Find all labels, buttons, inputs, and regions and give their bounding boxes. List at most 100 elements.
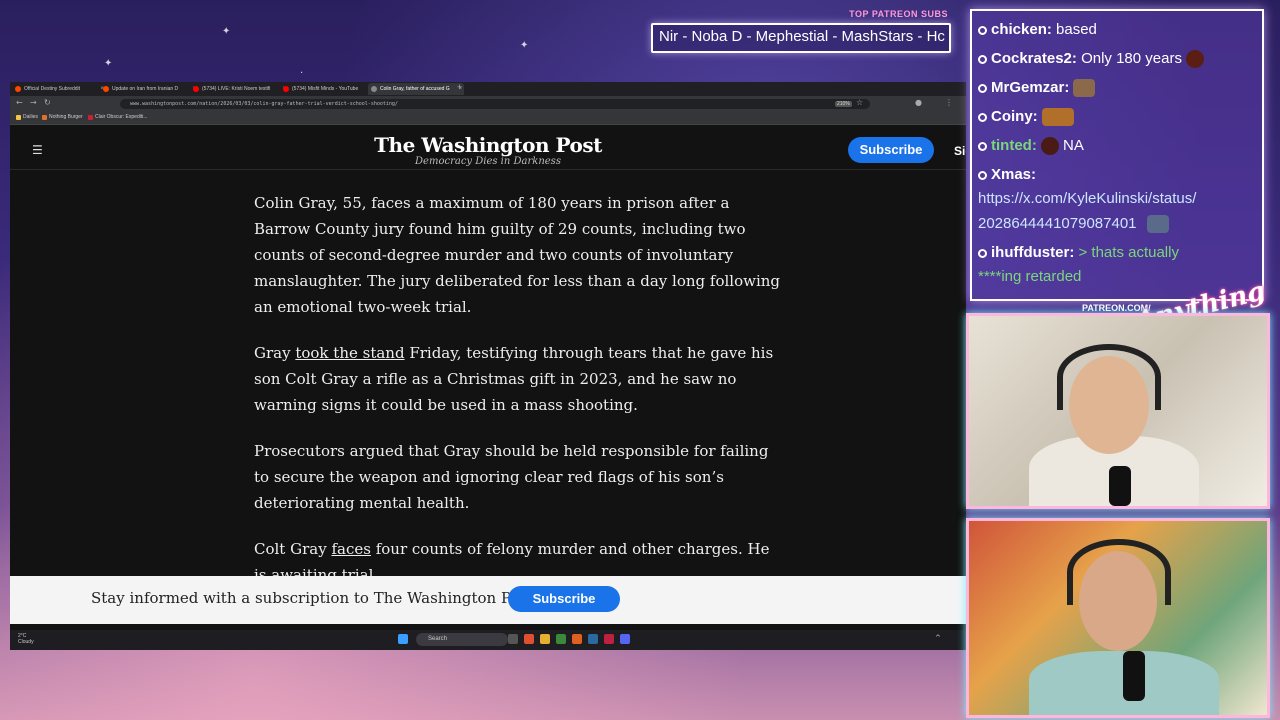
site-tagline: Democracy Dies in Darkness <box>415 156 561 167</box>
bookmark-label: Nothing Burger <box>49 114 83 120</box>
chrome-icon[interactable] <box>556 634 566 644</box>
banner-text: Stay informed with a subscription to The… <box>91 589 538 607</box>
site-logo[interactable]: The Washington Post <box>10 133 966 157</box>
chat-text: Only 180 years <box>1081 50 1182 67</box>
chat-username: Cockrates2: <box>991 50 1077 67</box>
bookmark-icon <box>88 115 93 120</box>
steam-icon[interactable] <box>588 634 598 644</box>
tab-label: Colin Gray, father of accused G <box>380 86 450 92</box>
chat-overlay: chicken: based Cockrates2: Only 180 year… <box>970 9 1264 301</box>
back-icon[interactable]: ← <box>16 98 23 107</box>
obs-icon[interactable] <box>604 634 614 644</box>
star-decoration: · <box>300 68 304 79</box>
user-badge-icon <box>978 83 987 93</box>
chat-message-continued: https://x.com/KyleKulinski/status/ <box>978 190 1196 207</box>
chat-message-continued: ****ing retarded <box>978 268 1081 285</box>
patreon-ticker: Nir - Noba D - Mephestial - MashStars - … <box>651 23 951 53</box>
app-icon[interactable] <box>572 634 582 644</box>
folder-icon <box>16 115 21 120</box>
tab-label: (5734) LIVE: Kristi Noem testifi <box>202 86 271 92</box>
url-field[interactable]: www.washingtonpost.com/nation/2026/03/03… <box>120 99 870 109</box>
file-explorer-icon[interactable] <box>540 634 550 644</box>
emote-icon <box>1041 108 1074 127</box>
chat-text: > thats actually <box>1078 244 1179 261</box>
tab-destiny-subreddit[interactable]: Official Destiny Subreddit × <box>12 83 106 95</box>
chat-link[interactable]: 2028644441079087401 <box>978 215 1137 232</box>
webcam-bottom <box>966 518 1270 718</box>
tab-iran-update[interactable]: Update on Iran from Iranian D × <box>100 83 198 95</box>
tab-noem-live[interactable]: (5734) LIVE: Kristi Noem testifi × <box>190 83 288 95</box>
tab-misfit-minds[interactable]: (5734) Misfit Minds - YouTube × <box>280 83 378 95</box>
tab-label: Update on Iran from Iranian D <box>112 86 179 92</box>
chat-message: Cockrates2: Only 180 years <box>978 50 1204 69</box>
article-paragraph: Colin Gray, 55, faces a maximum of 180 y… <box>254 194 781 316</box>
chat-username: Xmas: <box>991 166 1037 183</box>
taskbar-search[interactable]: Search <box>416 633 508 646</box>
star-decoration: ✦ <box>104 58 113 69</box>
windows-start-icon[interactable] <box>398 634 408 644</box>
chat-link[interactable]: https://x.com/KyleKulinski/status/ <box>978 190 1196 207</box>
user-badge-icon <box>978 25 987 35</box>
webcam-top <box>966 313 1270 509</box>
bookmark-nothing-burger[interactable]: Nothing Burger <box>42 114 83 120</box>
sign-in-link[interactable]: Sign in <box>954 144 966 158</box>
article-body: Colin Gray, 55, faces a maximum of 180 y… <box>254 190 786 608</box>
user-badge-icon <box>978 170 987 180</box>
discord-icon[interactable] <box>620 634 630 644</box>
tab-bar: Official Destiny Subreddit × Update on I… <box>10 82 966 96</box>
paragraph-text: Gray <box>254 344 296 362</box>
washington-post-icon <box>371 86 377 92</box>
bookmark-clair-obscur[interactable]: Clair Obscur: Expediti... <box>88 114 148 120</box>
user-badge-icon <box>978 248 987 258</box>
weather-condition: Cloudy <box>18 639 34 645</box>
chat-username: MrGemzar: <box>991 79 1070 96</box>
microphone-icon <box>1109 466 1131 506</box>
subscribe-button[interactable]: Subscribe <box>848 137 934 163</box>
bookmark-dailies[interactable]: Dailies <box>16 114 38 120</box>
chat-message: chicken: based <box>978 21 1097 38</box>
zoom-indicator[interactable]: 210% <box>835 101 852 107</box>
headset-icon <box>1067 539 1171 605</box>
chat-username: Coiny: <box>991 108 1038 125</box>
star-decoration: ✦ <box>222 26 231 37</box>
bookmark-icon <box>42 115 47 120</box>
article-paragraph: Gray took the stand Friday, testifying t… <box>254 340 786 418</box>
forward-icon[interactable]: → <box>30 98 37 107</box>
chat-text: ****ing retarded <box>978 268 1082 285</box>
user-badge-icon <box>978 112 987 122</box>
star-decoration: ✦ <box>520 40 529 51</box>
chat-text: NA <box>1063 137 1084 154</box>
chat-username: chicken: <box>991 21 1052 38</box>
user-badge-icon <box>978 141 987 151</box>
menu-icon[interactable]: ⋮ <box>945 98 953 107</box>
tray-chevron-icon[interactable]: ^ <box>935 634 941 642</box>
bookmark-star-icon[interactable]: ☆ <box>856 98 863 107</box>
chat-message: MrGemzar: <box>978 79 1096 98</box>
task-view-icon[interactable] <box>508 634 518 644</box>
new-tab-button[interactable]: + <box>457 82 462 92</box>
took-the-stand-link[interactable]: took the stand <box>295 344 404 362</box>
tab-colin-gray[interactable]: Colin Gray, father of accused G × <box>368 83 464 95</box>
weather-widget[interactable]: 2°C Cloudy <box>18 633 34 645</box>
youtube-icon <box>283 86 289 92</box>
reload-icon[interactable]: ↻ <box>44 98 51 107</box>
faces-link[interactable]: faces <box>331 540 370 558</box>
patreon-label: TOP PATREON SUBS <box>849 9 948 19</box>
bookmark-label: Clair Obscur: Expediti... <box>95 114 148 120</box>
chat-message: ihuffduster: > thats actually <box>978 244 1179 261</box>
chat-username: ihuffduster: <box>991 244 1075 261</box>
bookmark-label: Dailies <box>23 114 39 120</box>
banner-subscribe-button[interactable]: Subscribe <box>508 586 620 612</box>
headset-icon <box>1057 344 1161 410</box>
emote-icon <box>1040 137 1059 156</box>
paragraph-text: Colt Gray <box>254 540 332 558</box>
emote-icon <box>1073 79 1096 98</box>
chat-message: tinted: NA <box>978 137 1084 156</box>
extensions-icon[interactable]: ● <box>915 98 922 107</box>
site-header: ☰ The Washington Post Democracy Dies in … <box>10 125 966 170</box>
microphone-icon <box>1123 651 1145 701</box>
bookmarks-bar: Dailies Nothing Burger Clair Obscur: Exp… <box>10 112 966 125</box>
chat-message: Xmas: <box>978 166 1036 183</box>
youtube-icon <box>193 86 199 92</box>
brave-icon[interactable] <box>524 634 534 644</box>
